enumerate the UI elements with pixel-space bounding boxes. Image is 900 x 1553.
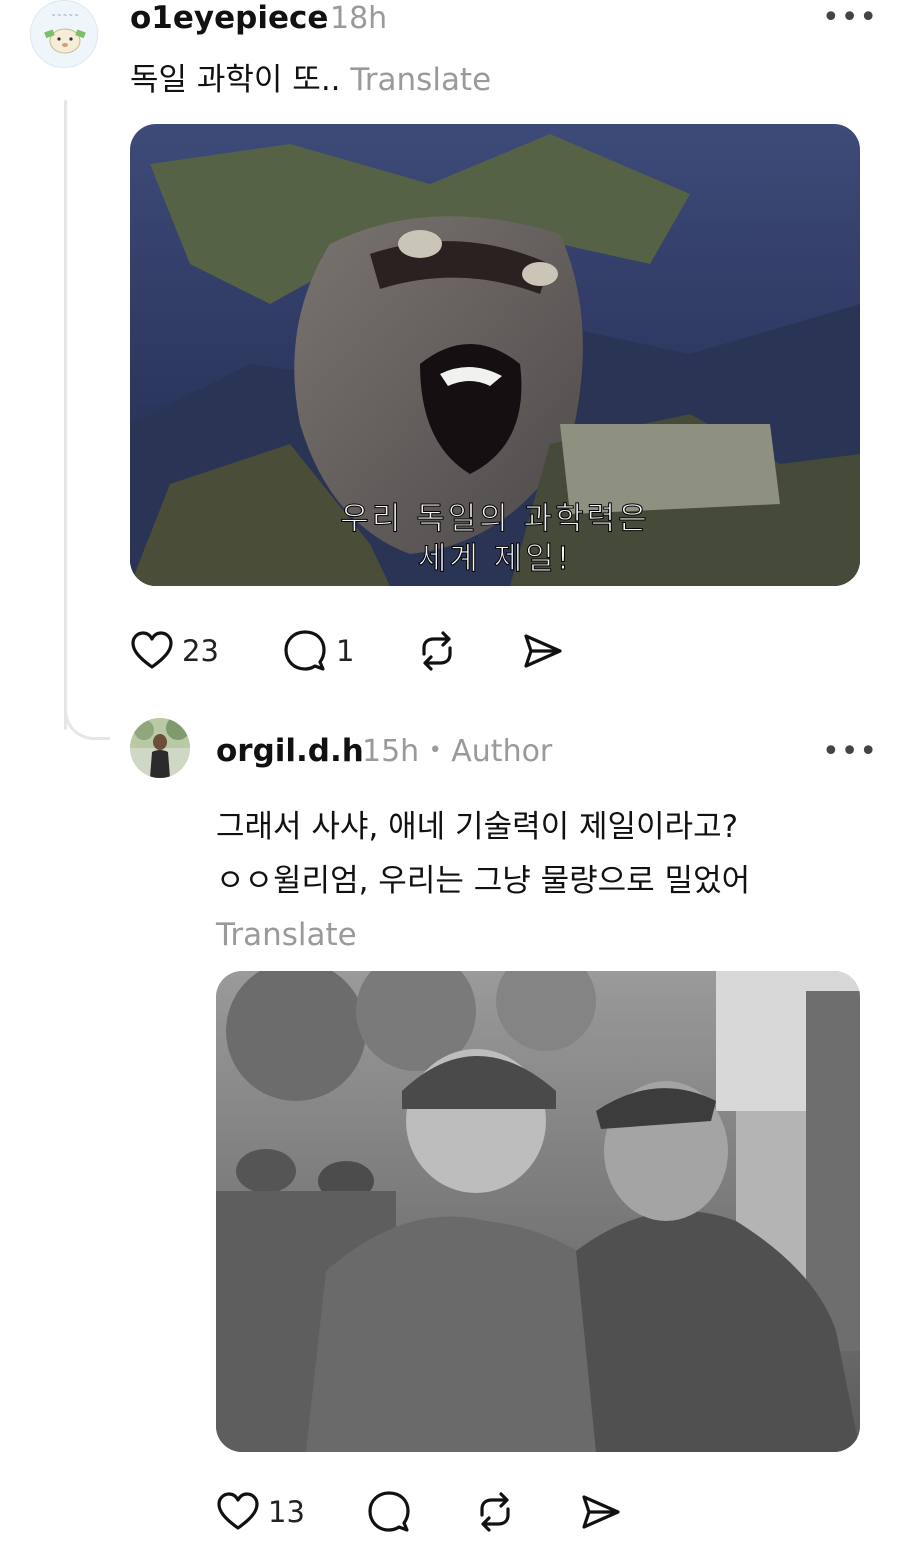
image-subtitle-line1: 우리 독일의 과학력은: [340, 501, 649, 537]
translate-link[interactable]: Translate: [350, 62, 491, 98]
reply-text-line2: ㅇㅇ윌리엄, 우리는 그냥 물량으로 밀었어: [216, 863, 751, 899]
reply-action-bar: 13: [216, 1489, 816, 1535]
like-button[interactable]: 13: [216, 1489, 305, 1535]
reply-button[interactable]: 1: [282, 628, 354, 674]
post-action-bar: 23 1: [130, 628, 730, 674]
meta-separator: •: [428, 738, 442, 763]
post-username[interactable]: o1eyepiece: [130, 0, 328, 36]
reply-button[interactable]: [366, 1489, 412, 1535]
like-count: 13: [268, 1495, 305, 1529]
reply-username[interactable]: orgil.d.h: [216, 733, 364, 769]
send-icon: [578, 1489, 624, 1535]
heart-icon: [130, 629, 174, 673]
comment-bubble-icon: [366, 1489, 412, 1535]
comment-bubble-icon: [282, 628, 328, 674]
more-icon[interactable]: •••: [822, 0, 878, 35]
thread-connector-curve: [64, 690, 110, 740]
post-image-anime[interactable]: 우리 독일의 과학력은 세계 제일!: [130, 124, 860, 586]
repost-button[interactable]: [414, 628, 460, 674]
avatar[interactable]: [130, 718, 190, 778]
like-count: 23: [182, 634, 219, 668]
image-subtitle-line2: 세계 제일!: [418, 541, 572, 577]
reply-meta: 15h • Author: [362, 734, 552, 769]
repost-icon: [414, 628, 460, 674]
reply-text: 그래서 사샤, 애네 기술력이 제일이라고? ㅇㅇ윌리엄, 우리는 그냥 물량으…: [216, 800, 750, 962]
post-text: 독일 과학이 또.. Translate: [130, 54, 491, 106]
svg-text:~ ~ ~ ~ ~: ~ ~ ~ ~ ~: [51, 13, 78, 19]
reply-count: 1: [336, 634, 355, 668]
send-icon: [520, 628, 566, 674]
author-badge: Author: [451, 734, 553, 769]
repost-button[interactable]: [472, 1489, 518, 1535]
avatar[interactable]: ~ ~ ~ ~ ~: [30, 0, 98, 68]
reply-image-photo[interactable]: [216, 971, 860, 1452]
repost-icon: [472, 1489, 518, 1535]
thread-connector-line: [64, 100, 67, 730]
heart-icon: [216, 1490, 260, 1534]
post-timestamp: 18h: [330, 1, 388, 36]
translate-link[interactable]: Translate: [216, 908, 750, 962]
reply-text-line1: 그래서 사샤, 애네 기술력이 제일이라고?: [216, 809, 739, 845]
share-button[interactable]: [520, 628, 566, 674]
share-button[interactable]: [578, 1489, 624, 1535]
reply-timestamp: 15h: [362, 734, 420, 769]
more-icon[interactable]: •••: [822, 734, 878, 769]
like-button[interactable]: 23: [130, 628, 219, 674]
post-body: 독일 과학이 또..: [130, 62, 341, 98]
